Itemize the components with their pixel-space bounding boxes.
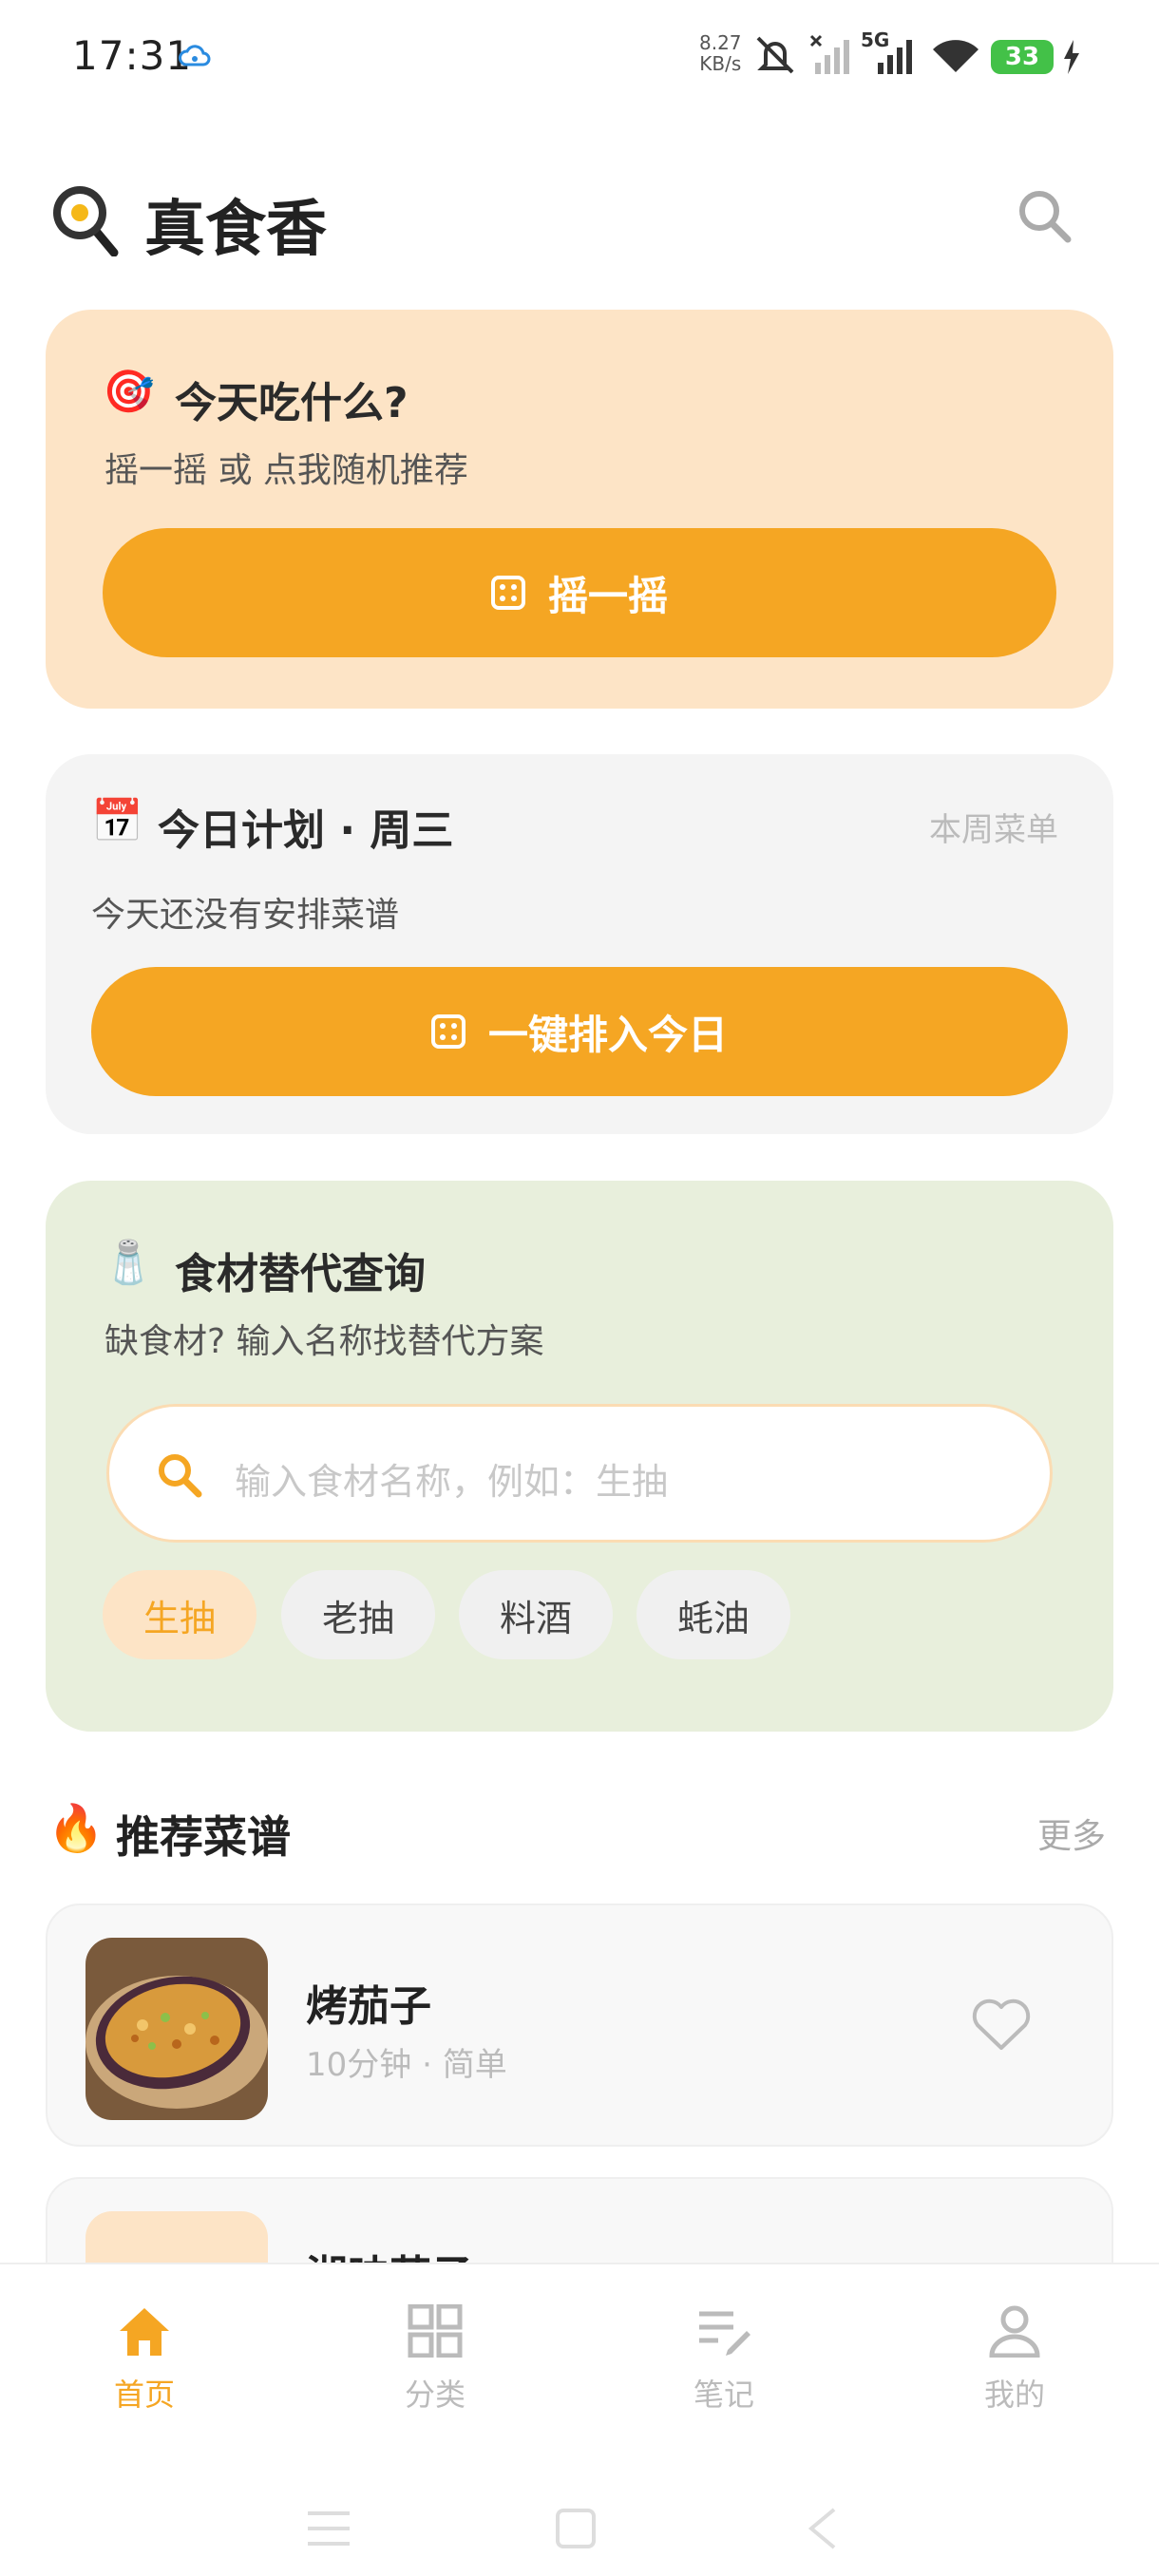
search-icon[interactable]: [1015, 186, 1075, 251]
salt-shaker-icon: 🧂: [103, 1239, 155, 1287]
battery-indicator: 33: [991, 40, 1054, 74]
system-nav-bar: [0, 2468, 1159, 2576]
frying-pan-icon: [49, 180, 122, 260]
wifi-icon: [931, 38, 980, 78]
recipe-meta: 10分钟 · 简单: [306, 2038, 507, 2085]
chip-shengchou[interactable]: 生抽: [103, 1570, 256, 1659]
fire-icon: 🔥: [48, 1802, 104, 1855]
home-square-icon[interactable]: [555, 2508, 597, 2553]
ingredient-search-input[interactable]: 输入食材名称，例如：生抽: [106, 1404, 1053, 1543]
plan-card-subtitle: 今天还没有安排菜谱: [91, 896, 400, 935]
chip-liaojiu[interactable]: 料酒: [459, 1570, 613, 1659]
dice-icon: [430, 1014, 466, 1049]
shake-button[interactable]: 摇一摇: [103, 528, 1056, 657]
tab-home[interactable]: 首页: [78, 2304, 211, 2415]
recipe-name: 烤茄子: [306, 1982, 431, 2031]
recipe-thumbnail: [86, 1938, 268, 2120]
note-icon: [699, 2311, 750, 2356]
net-speed-value: 8.27: [699, 31, 742, 54]
back-icon[interactable]: [806, 2506, 840, 2555]
recommend-title: 推荐菜谱: [116, 1811, 291, 1863]
user-icon: [989, 2305, 1040, 2358]
target-icon: 🎯: [103, 368, 155, 416]
signal-nosim-icon: [809, 34, 855, 80]
mute-icon: [750, 34, 800, 80]
status-time: 17:31: [72, 32, 193, 79]
plan-card-title: 今日计划 · 周三: [158, 806, 454, 855]
search-icon: [155, 1450, 204, 1504]
tab-category-label: 分类: [404, 2377, 466, 2413]
tab-profile-label: 我的: [983, 2377, 1045, 2413]
recipe-difficulty: 简单: [442, 2046, 507, 2084]
schedule-today-label: 一键排入今日: [487, 1011, 728, 1058]
tab-notes-label: 笔记: [693, 2377, 754, 2413]
recipe-time: 10分钟: [306, 2046, 412, 2084]
tab-home-label: 首页: [113, 2377, 175, 2413]
calendar-icon: 📅: [91, 797, 143, 845]
plan-card: 📅 今日计划 · 周三 本周菜单 今天还没有安排菜谱 一键排入今日: [46, 754, 1113, 1134]
schedule-today-button[interactable]: 一键排入今日: [91, 967, 1068, 1096]
chip-haoyou[interactable]: 蚝油: [636, 1570, 790, 1659]
shake-card-subtitle: 摇一摇 或 点我随机推荐: [104, 451, 468, 490]
tab-profile[interactable]: 我的: [948, 2304, 1081, 2415]
substitute-card-subtitle: 缺食材? 输入名称找替代方案: [104, 1322, 544, 1361]
meta-separator: ·: [422, 2046, 443, 2084]
substitute-card-title: 食材替代查询: [175, 1250, 426, 1298]
shake-card[interactable]: 🎯 今天吃什么? 摇一摇 或 点我随机推荐 摇一摇: [46, 310, 1113, 709]
menu-icon[interactable]: [306, 2510, 352, 2551]
charging-icon: [1062, 40, 1081, 78]
shake-card-title: 今天吃什么?: [175, 379, 408, 427]
weekly-menu-link[interactable]: 本周菜单: [929, 804, 1058, 850]
net-speed-unit: KB/s: [699, 52, 742, 75]
recipe-card[interactable]: 烤茄子 10分钟 · 简单: [46, 1904, 1113, 2147]
shake-button-label: 摇一摇: [547, 572, 668, 619]
grid-icon: [408, 2303, 463, 2358]
tab-category[interactable]: 分类: [369, 2303, 502, 2415]
dice-icon: [490, 576, 525, 610]
net-speed: 8.27 KB/s: [699, 32, 742, 74]
search-placeholder: 输入食材名称，例如：生抽: [235, 1461, 669, 1503]
heart-icon[interactable]: [971, 1997, 1032, 2055]
chip-laochou[interactable]: 老抽: [281, 1570, 435, 1659]
more-link[interactable]: 更多: [1037, 1809, 1106, 1858]
app-title: 真食香: [144, 195, 327, 265]
cloud-icon: [179, 44, 211, 72]
home-icon: [120, 2308, 169, 2356]
signal-icon: [872, 34, 918, 80]
bottom-tab-bar: 首页 分类 笔记 我的: [0, 2263, 1159, 2470]
tab-notes[interactable]: 笔记: [657, 2304, 790, 2415]
